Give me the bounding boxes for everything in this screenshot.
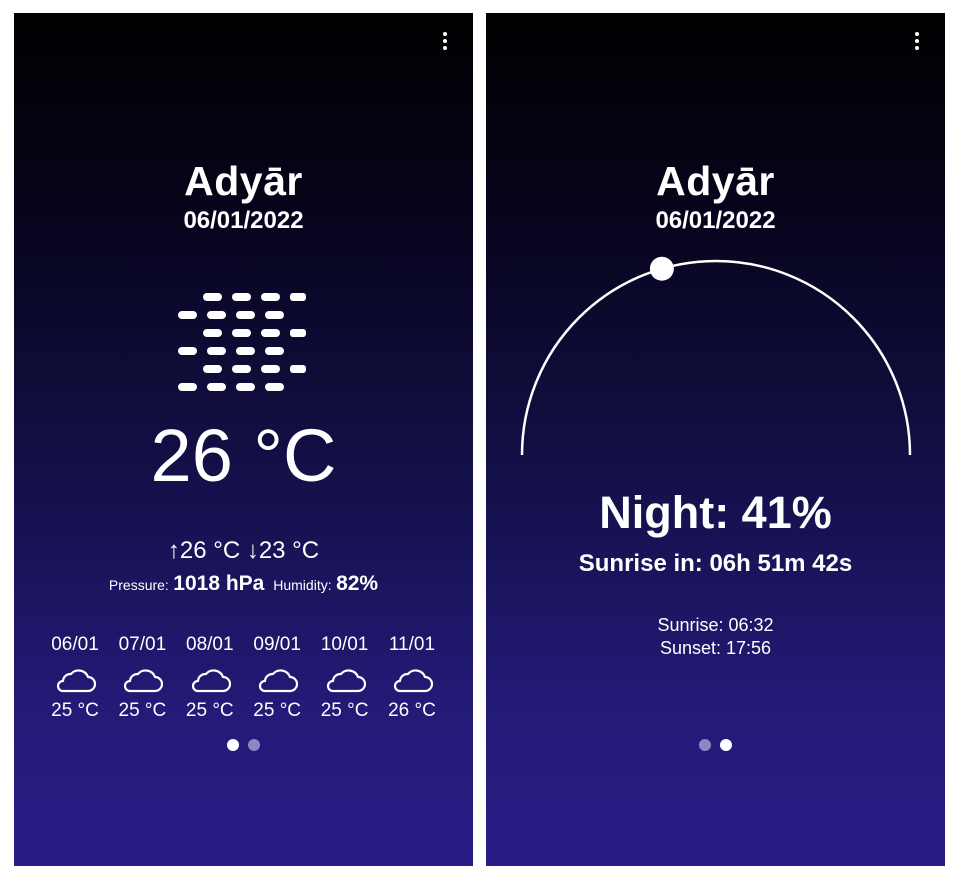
weather-overview-screen: Adyār 06/01/2022 26 °C ↑26 °C ↓23 °C Pre… — [14, 13, 473, 866]
fog-icon — [178, 293, 306, 391]
forecast-date: 06/01 — [51, 634, 99, 655]
humidity-label: Humidity: — [273, 577, 332, 593]
max-min-temperature: ↑26 °C ↓23 °C — [167, 537, 320, 564]
forecast-date: 11/01 — [388, 634, 436, 655]
forecast-date: 07/01 — [118, 634, 167, 655]
current-date: 06/01/2022 — [655, 207, 776, 234]
page-dot-inactive[interactable] — [699, 739, 711, 751]
page-dot-active[interactable] — [720, 739, 732, 751]
forecast-day: 06/01 25 °C — [42, 634, 108, 722]
humidity-value: 82% — [336, 572, 379, 595]
arc-path — [520, 259, 912, 456]
forecast-day: 11/01 26 °C — [379, 634, 445, 722]
forecast-date: 09/01 — [253, 634, 301, 655]
current-temperature: 26 °C — [150, 414, 337, 497]
page-dot-inactive[interactable] — [248, 739, 260, 751]
page-indicator[interactable] — [486, 739, 945, 751]
progress-marker — [649, 256, 674, 281]
forecast-temp: 25 °C — [118, 700, 167, 721]
current-date: 06/01/2022 — [183, 207, 304, 234]
cloud-icon — [191, 669, 231, 693]
cloud-icon — [259, 669, 299, 693]
pressure-value: 1018 hPa — [173, 572, 265, 595]
forecast-day: 09/01 25 °C — [244, 634, 310, 722]
forecast-date: 10/01 — [320, 634, 369, 655]
forecast-day: 07/01 25 °C — [109, 634, 175, 722]
night-progress-arc — [520, 256, 912, 456]
city-name: Adyār — [656, 158, 775, 204]
forecast-temp: 25 °C — [320, 700, 369, 721]
cloud-icon — [326, 669, 366, 693]
forecast-temp: 25 °C — [51, 700, 99, 721]
forecast-day: 08/01 25 °C — [177, 634, 243, 722]
night-percentage: Night: 41% — [599, 487, 832, 538]
overflow-menu-icon[interactable] — [433, 29, 457, 53]
pressure-label: Pressure: — [108, 577, 169, 593]
overflow-menu-icon[interactable] — [905, 29, 929, 53]
forecast-list: 06/01 25 °C 07/01 25 °C 08/01 25 °C 09/0… — [42, 634, 445, 722]
forecast-temp: 25 °C — [253, 700, 302, 721]
forecast-temp: 26 °C — [388, 700, 436, 721]
cloud-icon — [393, 669, 433, 693]
sunrise-time: Sunrise: 06:32 — [657, 615, 774, 635]
cloud-icon — [56, 669, 96, 693]
page-indicator[interactable] — [14, 739, 473, 751]
forecast-date: 08/01 — [186, 634, 234, 655]
cloud-icon — [124, 669, 164, 693]
city-name: Adyār — [184, 158, 303, 204]
forecast-day: 10/01 25 °C — [312, 634, 378, 722]
sunset-time: Sunset: 17:56 — [659, 638, 772, 658]
sun-cycle-screen: Adyār 06/01/2022 Night: 41% Sunrise in: … — [486, 13, 945, 866]
pressure-humidity: Pressure: 1018 hPa Humidity: 82% — [14, 572, 473, 596]
page-dot-active[interactable] — [227, 739, 239, 751]
forecast-temp: 25 °C — [185, 700, 234, 721]
sunrise-countdown: Sunrise in: 06h 51m 42s — [578, 550, 853, 577]
